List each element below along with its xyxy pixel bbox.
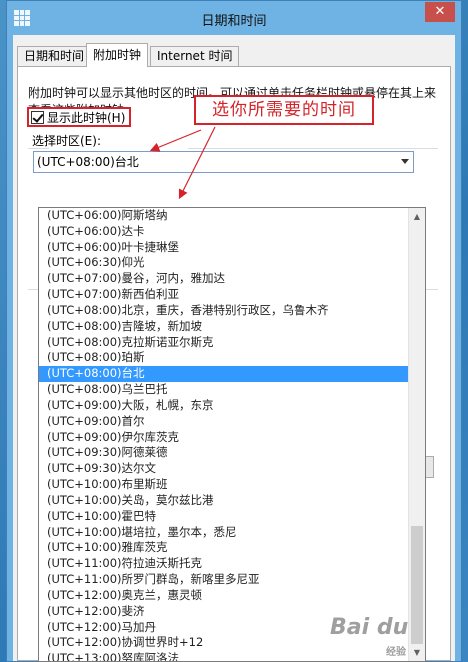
timezone-select[interactable]: (UTC+08:00)台北 xyxy=(33,151,414,173)
list-item[interactable]: (UTC+06:30)仰光 xyxy=(39,255,408,271)
checkbox-checked-icon[interactable] xyxy=(31,110,44,124)
timezone-label: 选择时区(E): xyxy=(32,134,101,148)
group-divider xyxy=(188,148,438,149)
annotation-callout: 选你所需要的时间 xyxy=(194,95,374,125)
list-item[interactable]: (UTC+08:00)吉隆坡，新加坡 xyxy=(39,319,408,335)
list-item[interactable]: (UTC+12:00)奥克兰，惠灵顿 xyxy=(39,588,408,604)
list-item[interactable]: (UTC+09:00)首尔 xyxy=(39,414,408,430)
list-item[interactable]: (UTC+11:00)所罗门群岛，新喀里多尼亚 xyxy=(39,572,408,588)
timezone-dropdown-list[interactable]: (UTC+06:00)阿斯塔纳 (UTC+06:00)达卡 (UTC+06:00)叶… xyxy=(38,207,426,662)
list-item[interactable]: (UTC+06:00)阿斯塔纳 xyxy=(39,208,408,224)
tab-internet-time[interactable]: Internet 时间 xyxy=(150,46,240,66)
tab-date-time[interactable]: 日期和时间 xyxy=(17,46,92,66)
list-item[interactable]: (UTC+09:30)阿德莱德 xyxy=(39,445,408,461)
list-item[interactable]: (UTC+10:00)雅库茨克 xyxy=(39,540,408,556)
list-item[interactable]: (UTC+06:00)叶卡捷琳堡 xyxy=(39,240,408,256)
list-item[interactable]: (UTC+09:00)伊尔库茨克 xyxy=(39,430,408,446)
baidu-watermark-logo: Bai du 经验 xyxy=(330,615,409,658)
timezone-options: (UTC+06:00)阿斯塔纳 (UTC+06:00)达卡 (UTC+06:00)叶… xyxy=(39,208,408,661)
list-item[interactable]: (UTC+07:00)曼谷，河内，雅加达 xyxy=(39,271,408,287)
list-item[interactable]: (UTC+11:00)符拉迪沃斯托克 xyxy=(39,556,408,572)
close-button[interactable]: ✕ xyxy=(425,2,455,22)
list-item-selected[interactable]: (UTC+08:00)台北 xyxy=(39,366,408,383)
list-item[interactable]: (UTC+08:00)珀斯 xyxy=(39,350,408,366)
tab-additional-clocks[interactable]: 附加时钟 xyxy=(86,43,149,67)
scroll-up-icon[interactable]: ▲ xyxy=(409,208,425,225)
list-item[interactable]: (UTC+10:00)布里斯班 xyxy=(39,477,408,493)
close-icon: ✕ xyxy=(434,4,446,19)
list-item[interactable]: (UTC+10:00)关岛，莫尔兹比港 xyxy=(39,493,408,509)
list-item[interactable]: (UTC+06:00)达卡 xyxy=(39,224,408,240)
timezone-select-value: (UTC+08:00)台北 xyxy=(37,155,139,169)
list-item[interactable]: (UTC+08:00)乌兰巴托 xyxy=(39,382,408,398)
list-item[interactable]: (UTC+08:00)北京，重庆，香港特别行政区，乌鲁木齐 xyxy=(39,303,408,319)
list-item[interactable]: (UTC+10:00)堪培拉，墨尔本，悉尼 xyxy=(39,525,408,541)
chevron-down-icon[interactable] xyxy=(401,159,409,164)
title-bar[interactable]: 日期和时间 ✕ xyxy=(7,1,461,35)
list-item[interactable]: (UTC+07:00)新西伯利亚 xyxy=(39,287,408,303)
list-item[interactable]: (UTC+10:00)霍巴特 xyxy=(39,509,408,525)
show-clock-label: 显示此时钟(H) xyxy=(47,110,126,125)
show-clock-checkbox[interactable]: 显示此时钟(H) xyxy=(27,107,132,127)
window-title: 日期和时间 xyxy=(201,14,267,29)
list-item[interactable]: (UTC+08:00)克拉斯诺亚尔斯克 xyxy=(39,335,408,351)
list-item[interactable]: (UTC+09:00)大阪，札幌，东京 xyxy=(39,398,408,414)
dropdown-scrollbar[interactable]: ▲ ▼ xyxy=(408,208,425,661)
list-item[interactable]: (UTC+09:30)达尔文 xyxy=(39,461,408,477)
